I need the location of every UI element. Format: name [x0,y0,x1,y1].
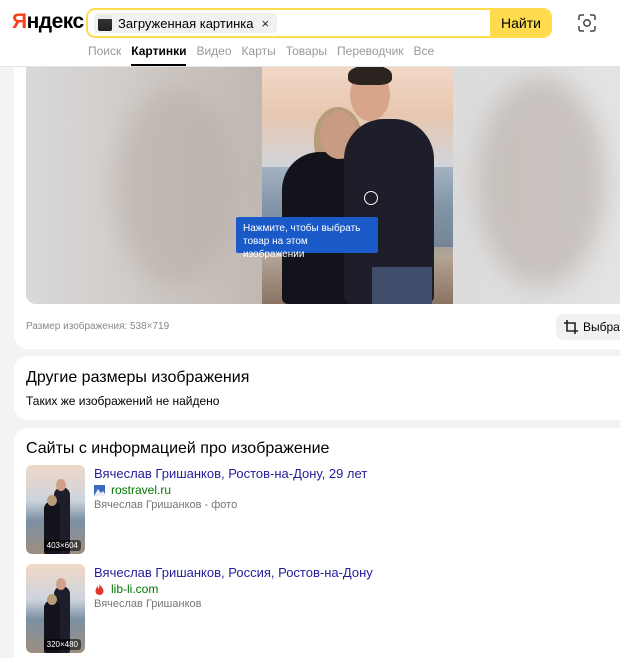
list-item: 403×604 Вячеслав Гришанков, Ростов-на-До… [26,465,620,555]
uploaded-image-thumbnail [98,15,112,31]
close-icon[interactable]: × [261,16,269,31]
list-item: 320×480 Вячеслав Гришанков, Россия, Рост… [26,564,620,654]
site-description: Вячеслав Гришанков - фото [94,499,238,511]
tab-search[interactable]: Поиск [88,44,121,66]
image-size-label: Размер изображения: 538×719 [26,321,170,332]
product-hint-tooltip: Нажмите, чтобы выбрать товар на этом изо… [236,217,378,260]
sites-card: Сайты с информацией про изображение 403×… [14,428,620,658]
crop-icon [564,320,578,334]
site-title-link[interactable]: Вячеслав Гришанков, Россия, Ростов-на-До… [94,565,373,580]
rostravel-favicon-icon [94,484,105,496]
blurred-background [116,87,236,287]
tab-products[interactable]: Товары [286,44,327,66]
site-domain: rostravel.ru [111,483,172,497]
select-area-label: Выбрат [583,320,620,334]
other-sizes-title: Другие размеры изображения [26,369,250,386]
search-box[interactable]: Загруженная картинка × Найти [86,8,552,38]
header: Яндекс Загруженная картинка × Найти Поис… [0,0,620,67]
search-button[interactable]: Найти [490,10,550,36]
site-domain: lib-li.com [111,582,159,596]
tab-video[interactable]: Видео [196,44,231,66]
site-domain-link[interactable]: lib-li.com [94,582,158,596]
yandex-logo[interactable]: Яндекс [12,10,84,34]
site-thumbnail[interactable]: 403×604 [26,465,85,554]
sites-title: Сайты с информацией про изображение [26,440,330,457]
flame-favicon-icon [95,583,104,595]
site-thumbnail[interactable]: 320×480 [26,564,85,653]
tab-all[interactable]: Все [414,44,435,66]
uploaded-image-label: Загруженная картинка [118,15,254,31]
other-sizes-card: Другие размеры изображения Таких же изоб… [14,356,620,420]
camera-search-icon[interactable] [578,14,596,32]
blurred-background [476,77,606,287]
service-tabs: Поиск Картинки Видео Карты Товары Перево… [88,44,444,66]
thumbnail-dimensions: 403×604 [43,540,81,551]
site-description: Вячеслав Гришанков [94,598,202,610]
photo-man-jeans [372,267,432,304]
uploaded-image-chip[interactable]: Загруженная картинка × [94,13,278,33]
image-stage: Нажмите, чтобы выбрать товар на этом изо… [26,67,620,304]
uploaded-photo[interactable] [262,67,453,304]
tab-translator[interactable]: Переводчик [337,44,404,66]
photo-man-hair [348,67,392,85]
tab-images[interactable]: Картинки [131,44,187,66]
select-area-button[interactable]: Выбрат [556,314,620,340]
thumbnail-dimensions: 320×480 [43,639,81,650]
tab-maps[interactable]: Карты [242,44,276,66]
site-title-link[interactable]: Вячеслав Гришанков, Ростов-на-Дону, 29 л… [94,466,367,481]
other-sizes-message: Таких же изображений не найдено [26,394,220,408]
product-target-icon[interactable] [364,191,378,205]
site-domain-link[interactable]: rostravel.ru [94,483,171,497]
image-viewer: Нажмите, чтобы выбрать товар на этом изо… [14,67,620,349]
